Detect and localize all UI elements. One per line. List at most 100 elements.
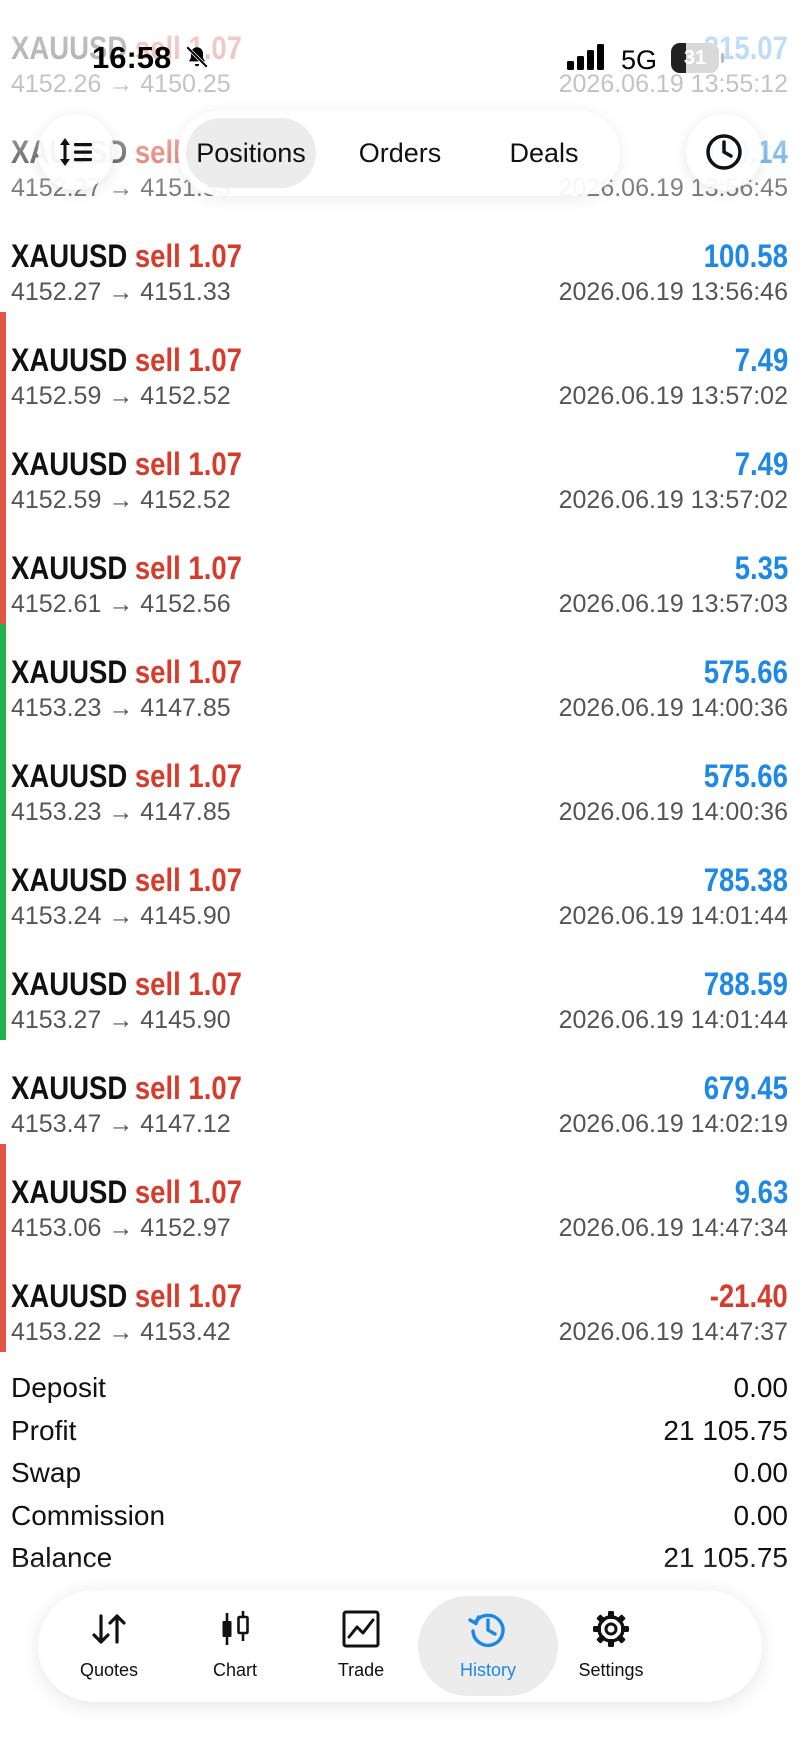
deal-volume: 1.07 (188, 654, 242, 690)
battery-level: 31 (683, 47, 707, 69)
deal-row[interactable]: XAUUSD sell 1.07 100.58 4152.27 → 4151.3… (0, 208, 800, 312)
summary-value: 21 105.75 (663, 1414, 788, 1446)
nav-chart-label: Chart (212, 1660, 257, 1680)
group-indicator (0, 520, 6, 624)
deal-prices: 4152.59 → 4152.52 (11, 382, 231, 410)
battery-icon: 31 (671, 43, 724, 73)
deal-row[interactable]: XAUUSD sell 1.07 -21.40 4153.22 → 4153.4… (0, 1248, 800, 1352)
deal-profit: 575.66 (703, 654, 788, 690)
deal-side: sell (134, 1174, 181, 1210)
deal-volume: 1.07 (188, 1278, 242, 1314)
deal-prices: 4153.22 → 4153.42 (11, 1318, 231, 1346)
group-indicator (0, 1144, 6, 1248)
trade-chart-icon (342, 1610, 380, 1648)
deal-time: 2026.06.19 14:47:34 (558, 1214, 788, 1242)
deal-symbol: XAUUSD (11, 238, 128, 274)
deal-row[interactable]: XAUUSD sell 1.07 679.45 4153.47 → 4147.1… (0, 1040, 800, 1144)
history-icon (468, 1613, 505, 1647)
nav-trade[interactable]: Trade (291, 1596, 431, 1696)
status-time: 16:58 (92, 40, 172, 75)
nav-quotes[interactable]: Quotes (39, 1596, 179, 1696)
quotes-arrows-icon (92, 1614, 126, 1644)
deal-side: sell (134, 654, 181, 690)
summary-section: Deposit 0.00 Profit 21 105.75 Swap 0.00 … (0, 1368, 800, 1581)
deal-prices: 4153.23 → 4147.85 (11, 694, 231, 722)
deal-side: sell (134, 446, 181, 482)
deal-prices: 4153.24 → 4145.90 (11, 902, 231, 930)
deal-row[interactable]: XAUUSD sell 1.07 7.49 4152.59 → 4152.52 … (0, 312, 800, 416)
deal-row[interactable]: XAUUSD sell 1.07 788.59 4153.27 → 4145.9… (0, 936, 800, 1040)
deal-volume: 1.07 (188, 446, 242, 482)
summary-value: 0.00 (733, 1457, 789, 1488)
deal-profit: 5.35 (734, 550, 788, 586)
deal-side: sell (134, 550, 181, 586)
deal-side: sell (134, 862, 181, 898)
network-type: 5G (621, 45, 658, 75)
candlestick-chart-icon (222, 1611, 249, 1645)
deal-row[interactable]: XAUUSD sell 1.07 575.66 4153.23 → 4147.8… (0, 624, 800, 728)
tab-orders[interactable]: Orders (330, 118, 470, 188)
group-indicator (0, 312, 6, 416)
deal-symbol: XAUUSD (11, 758, 128, 794)
deal-profit: 788.59 (703, 966, 788, 1002)
group-indicator (0, 416, 6, 520)
deal-profit: 679.45 (703, 1070, 788, 1106)
sort-button[interactable] (38, 114, 114, 190)
deal-time: 2026.06.19 13:57:03 (558, 590, 788, 618)
deal-time: 2026.06.19 14:00:36 (558, 798, 788, 826)
tab-positions[interactable]: Positions (186, 118, 316, 188)
summary-label: Profit (11, 1414, 77, 1446)
deal-profit: 785.38 (703, 862, 788, 898)
deal-symbol: XAUUSD (11, 654, 128, 690)
deal-time: 2026.06.19 14:47:37 (558, 1318, 788, 1346)
deal-symbol: XAUUSD (11, 446, 128, 482)
deal-profit: 100.58 (703, 238, 788, 274)
nav-trade-label: Trade (337, 1660, 385, 1680)
nav-history-label: History (459, 1660, 516, 1680)
deal-time: 2026.06.19 13:57:02 (558, 382, 788, 410)
group-indicator (0, 832, 6, 936)
deal-row[interactable]: XAUUSD sell 1.07 5.35 4152.61 → 4152.56 … (0, 520, 800, 624)
period-button[interactable] (686, 114, 762, 190)
status-bar: 16:58 5G 31 (0, 0, 800, 110)
deal-volume: 1.07 (188, 862, 242, 898)
deal-time: 2026.06.19 14:01:44 (558, 902, 788, 930)
deal-time: 2026.06.19 13:57:02 (558, 486, 788, 514)
summary-row: Swap 0.00 (0, 1453, 800, 1496)
deal-time: 2026.06.19 14:02:19 (558, 1110, 788, 1138)
sort-list-icon (60, 138, 92, 166)
deal-profit: 575.66 (703, 758, 788, 794)
summary-label: Swap (11, 1457, 82, 1488)
deal-prices: 4153.47 → 4147.12 (11, 1110, 231, 1138)
deal-prices: 4153.23 → 4147.85 (11, 798, 231, 826)
deal-volume: 1.07 (188, 550, 242, 586)
nav-settings-label: Settings (578, 1660, 644, 1680)
deal-prices: 4152.59 → 4152.52 (11, 486, 231, 514)
group-indicator (0, 624, 6, 728)
deal-volume: 1.07 (188, 1070, 242, 1106)
tab-deals[interactable]: Deals (474, 118, 614, 188)
deal-side: sell (134, 1278, 181, 1314)
deal-side: sell (134, 238, 181, 274)
deal-row[interactable]: XAUUSD sell 1.07 785.38 4153.24 → 4145.9… (0, 832, 800, 936)
deal-symbol: XAUUSD (11, 342, 128, 378)
deal-profit: 7.49 (734, 342, 788, 378)
deal-volume: 1.07 (188, 758, 242, 794)
bottom-nav: Quotes Chart Trade History Settings (38, 1590, 762, 1702)
deal-side: sell (134, 342, 181, 378)
deal-symbol: XAUUSD (11, 1174, 128, 1210)
gear-icon (593, 1611, 629, 1647)
nav-quotes-label: Quotes (79, 1660, 139, 1680)
group-indicator (0, 936, 6, 1040)
group-indicator (0, 104, 6, 208)
deal-row[interactable]: XAUUSD sell 1.07 7.49 4152.59 → 4152.52 … (0, 416, 800, 520)
nav-history[interactable]: History (418, 1596, 558, 1696)
nav-chart[interactable]: Chart (165, 1596, 305, 1696)
nav-settings[interactable]: Settings (541, 1596, 681, 1696)
summary-row: Profit 21 105.75 (0, 1411, 800, 1454)
deal-row[interactable]: XAUUSD sell 1.07 9.63 4153.06 → 4152.97 … (0, 1144, 800, 1248)
deal-symbol: XAUUSD (11, 1278, 128, 1314)
clock-icon (706, 134, 742, 170)
deal-row[interactable]: XAUUSD sell 1.07 575.66 4153.23 → 4147.8… (0, 728, 800, 832)
deal-symbol: XAUUSD (11, 550, 128, 586)
